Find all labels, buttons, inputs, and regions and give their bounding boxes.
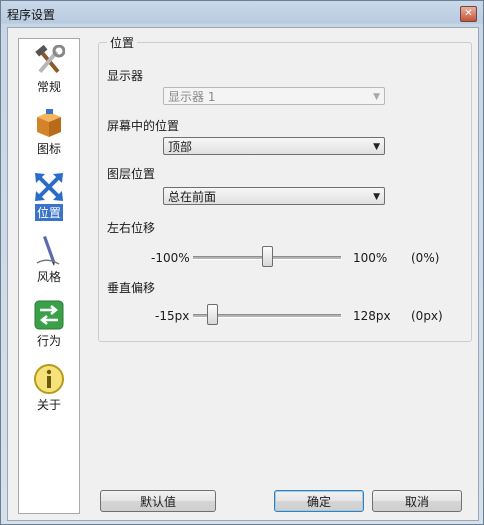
settings-window: 程序设置 ✕ 常规 图标 位置 风格 行为 关于 位置 显示器 显示器 1 ▼ … <box>0 0 484 525</box>
chevron-down-icon: ▼ <box>373 192 380 202</box>
horizontal-offset-current: (0%) <box>411 251 440 265</box>
monitor-label: 显示器 <box>107 69 144 83</box>
vertical-offset-max: 128px <box>353 309 391 323</box>
vertical-offset-current: (0px) <box>411 309 443 323</box>
layer-label: 图层位置 <box>107 167 156 181</box>
monitor-select[interactable]: 显示器 1 ▼ <box>163 87 385 105</box>
horizontal-offset-label: 左右位移 <box>107 221 156 235</box>
vertical-offset-label: 垂直偏移 <box>107 281 156 295</box>
close-button[interactable]: ✕ <box>460 6 477 22</box>
sidebar-item-label: 位置 <box>34 204 63 221</box>
sidebar-item-label: 常规 <box>36 80 61 94</box>
sidebar-item-behavior[interactable]: 行为 <box>19 295 79 353</box>
chevron-down-icon: ▼ <box>373 142 380 152</box>
layer-select[interactable]: 总在前面 ▼ <box>163 187 385 205</box>
swap-arrows-icon <box>34 300 64 330</box>
pen-icon <box>36 236 60 266</box>
window-title: 程序设置 <box>7 8 56 22</box>
ok-button[interactable]: 确定 <box>274 490 364 512</box>
sidebar-item-label: 关于 <box>36 398 61 412</box>
slider-thumb[interactable] <box>207 304 218 325</box>
group-title: 位置 <box>107 34 138 51</box>
sidebar-item-about[interactable]: 关于 <box>19 359 79 417</box>
sidebar-item-style[interactable]: 风格 <box>19 231 79 289</box>
horizontal-offset-max: 100% <box>353 251 388 265</box>
position-group: 位置 显示器 显示器 1 ▼ 屏幕中的位置 顶部 ▼ 图层位置 总在前面 ▼ 左… <box>98 34 472 342</box>
title-bar: 程序设置 ✕ <box>1 1 483 25</box>
horizontal-offset-slider[interactable] <box>193 245 341 271</box>
screen-position-value: 顶部 <box>168 140 193 154</box>
sidebar-item-label: 图标 <box>36 142 61 156</box>
chevron-down-icon: ▼ <box>373 92 380 102</box>
tools-icon <box>35 45 65 74</box>
client-area: 常规 图标 位置 风格 行为 关于 位置 显示器 显示器 1 ▼ 屏幕中的位置 … <box>7 27 479 521</box>
info-icon <box>34 364 64 394</box>
cancel-button[interactable]: 取消 <box>372 490 462 512</box>
screen-position-label: 屏幕中的位置 <box>107 119 180 133</box>
box-icon <box>37 109 61 137</box>
sidebar: 常规 图标 位置 风格 行为 关于 <box>18 38 80 514</box>
vertical-offset-min: -15px <box>155 309 190 323</box>
layer-value: 总在前面 <box>168 190 217 204</box>
slider-thumb[interactable] <box>262 246 273 267</box>
screen-position-select[interactable]: 顶部 ▼ <box>163 137 385 155</box>
horizontal-offset-min: -100% <box>151 251 190 265</box>
sidebar-item-label: 行为 <box>36 334 61 348</box>
defaults-button[interactable]: 默认值 <box>100 490 216 512</box>
sidebar-item-position[interactable]: 位置 <box>19 167 79 225</box>
close-icon: ✕ <box>464 8 473 19</box>
vertical-offset-slider[interactable] <box>193 303 341 329</box>
sidebar-item-general[interactable]: 常规 <box>19 41 79 99</box>
sidebar-item-icons[interactable]: 图标 <box>19 103 79 161</box>
monitor-select-value: 显示器 1 <box>168 90 216 104</box>
move-arrows-icon <box>35 173 63 201</box>
sidebar-item-label: 风格 <box>36 270 61 284</box>
